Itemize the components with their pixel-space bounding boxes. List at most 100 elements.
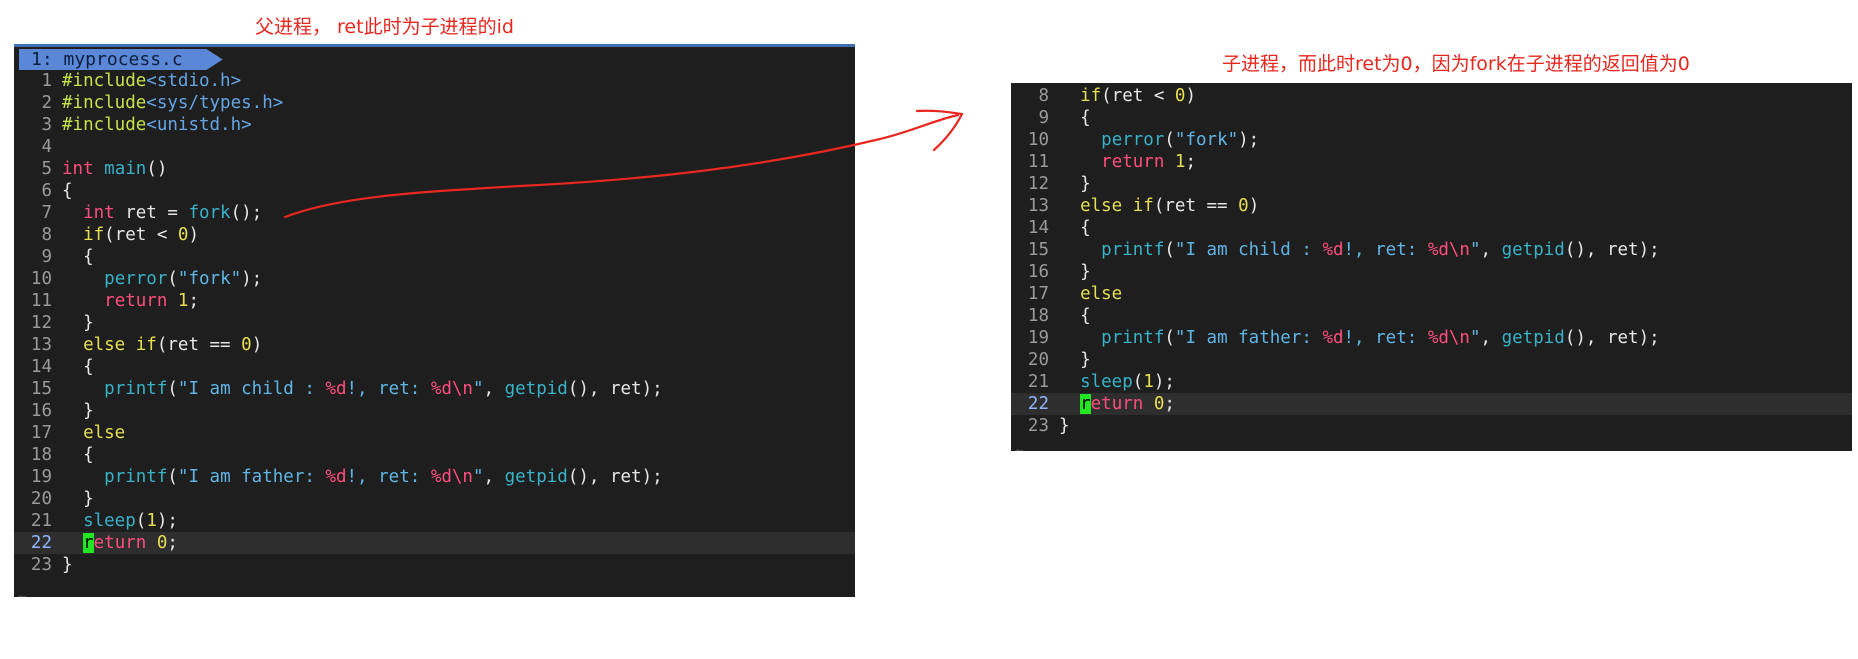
code-token: %d	[1427, 328, 1449, 348]
code-area[interactable]: 8 if(ret < 0) 9 {10 perror("fork"); 11 ret…	[1011, 85, 1852, 437]
code-token: (	[1164, 328, 1175, 348]
code-token: %d	[1322, 328, 1344, 348]
editor-window-child: 8 if(ret < 0) 9 {10 perror("fork"); 11 ret…	[1011, 83, 1852, 451]
code-token: getpid	[1501, 240, 1565, 260]
code-token: (	[1164, 240, 1175, 260]
text-cursor: r	[83, 533, 94, 553]
code-token: ;	[188, 291, 200, 311]
line-number: 12	[1027, 174, 1049, 194]
code-line[interactable]: 2 #include<sys/types.h>	[14, 92, 855, 114]
code-token: {	[62, 181, 73, 201]
code-line[interactable]: 21 sleep(1);	[1011, 371, 1852, 393]
code-line[interactable]: 16 }	[1011, 261, 1852, 283]
code-line[interactable]: 22 return 0;	[1011, 393, 1852, 415]
line-number: 17	[30, 423, 52, 443]
line-number: 16	[30, 401, 52, 421]
code-line[interactable]: 23}	[14, 554, 855, 576]
code-token: 1	[1174, 152, 1186, 172]
tab-myprocess-c[interactable]: 1: myprocess.c	[19, 49, 223, 70]
code-line[interactable]: 22 return 0;	[14, 532, 855, 554]
code-token: %d	[430, 467, 452, 487]
code-line[interactable]: 10 perror("fork");	[14, 268, 855, 290]
code-token: (), ret);	[1564, 240, 1660, 260]
code-line[interactable]: 20 }	[14, 488, 855, 510]
line-number: 10	[30, 269, 52, 289]
code-line[interactable]: 21 sleep(1);	[14, 510, 855, 532]
code-line[interactable]: 20 }	[1011, 349, 1852, 371]
code-token: else	[1080, 284, 1123, 304]
line-number: 6	[41, 181, 52, 201]
code-line[interactable]: 10 perror("fork");	[1011, 129, 1852, 151]
code-line[interactable]: 14 {	[1011, 217, 1852, 239]
code-token: }	[62, 489, 94, 509]
code-line[interactable]: 18 {	[14, 444, 855, 466]
code-line[interactable]: 9 {	[1011, 107, 1852, 129]
line-number: 13	[30, 335, 52, 355]
code-line[interactable]: 1 #include<stdio.h>	[14, 70, 855, 92]
arrow-head-icon	[915, 109, 964, 152]
code-token: %d	[430, 379, 452, 399]
code-token: ,	[1480, 240, 1502, 260]
code-token: else	[83, 423, 126, 443]
code-token: 0	[241, 335, 252, 355]
code-line[interactable]: 3 #include<unistd.h>	[14, 114, 855, 136]
code-token: 0	[1238, 196, 1249, 216]
tab-bar: 1: myprocess.c	[14, 47, 855, 70]
code-token: "fork"	[177, 269, 242, 289]
code-token: #include	[62, 115, 147, 135]
code-line[interactable]: 18 {	[1011, 305, 1852, 327]
code-line[interactable]: 17 else	[1011, 283, 1852, 305]
line-number: 23	[30, 555, 52, 575]
code-line[interactable]: 16 }	[14, 400, 855, 422]
code-line[interactable]: 19 printf("I am father: %d!, ret: %d\n",…	[14, 466, 855, 488]
code-line[interactable]: 7 int ret = fork();	[14, 202, 855, 224]
line-number: 9	[1038, 108, 1049, 128]
code-token: %d	[325, 467, 347, 487]
code-token: (), ret);	[567, 379, 663, 399]
code-token: else if	[1080, 196, 1154, 216]
line-number: 20	[1027, 350, 1049, 370]
code-line[interactable]: 5 int main()	[14, 158, 855, 180]
code-line[interactable]: 8 if(ret < 0)	[14, 224, 855, 246]
code-line[interactable]: 12 }	[14, 312, 855, 334]
code-line[interactable]: 11 return 1;	[14, 290, 855, 312]
code-token: %d	[1427, 240, 1449, 260]
code-line[interactable]: 12 }	[1011, 173, 1852, 195]
code-line[interactable]: 14 {	[14, 356, 855, 378]
line-number: 5	[41, 159, 52, 179]
code-line[interactable]: 4	[14, 136, 855, 158]
code-token: 1	[1143, 372, 1154, 392]
code-token: getpid	[504, 379, 568, 399]
code-token: getpid	[504, 467, 568, 487]
code-token: )	[1248, 196, 1260, 216]
code-line[interactable]: 8 if(ret < 0)	[1011, 85, 1852, 107]
code-token: int	[62, 159, 94, 179]
code-line[interactable]: 11 return 1;	[1011, 151, 1852, 173]
code-area[interactable]: 1 #include<stdio.h> 2 #include<sys/types.h>…	[14, 70, 855, 576]
code-line[interactable]: 15 printf("I am child : %d!, ret: %d\n",…	[14, 378, 855, 400]
line-number: 1	[41, 71, 52, 91]
code-token: <stdio.h>	[146, 71, 242, 91]
code-line[interactable]: 9 {	[14, 246, 855, 268]
code-token: "	[1469, 328, 1481, 348]
code-line[interactable]: 23}	[1011, 415, 1852, 437]
code-token: printf	[1101, 328, 1165, 348]
code-line[interactable]: 15 printf("I am child : %d!, ret: %d\n",…	[1011, 239, 1852, 261]
line-number: 23	[1027, 416, 1049, 436]
code-line[interactable]: 6{	[14, 180, 855, 202]
code-token: ,	[483, 467, 505, 487]
code-token: ();	[230, 203, 263, 223]
code-line[interactable]: 13 else if(ret == 0)	[1011, 195, 1852, 217]
code-line[interactable]: 13 else if(ret == 0)	[14, 334, 855, 356]
line-number: 19	[1027, 328, 1049, 348]
line-number: 19	[30, 467, 52, 487]
code-token: {	[1059, 218, 1091, 238]
code-line[interactable]: 17 else	[14, 422, 855, 444]
code-token: ;	[1185, 152, 1197, 172]
code-line[interactable]: 19 printf("I am father: %d!, ret: %d\n",…	[1011, 327, 1852, 349]
